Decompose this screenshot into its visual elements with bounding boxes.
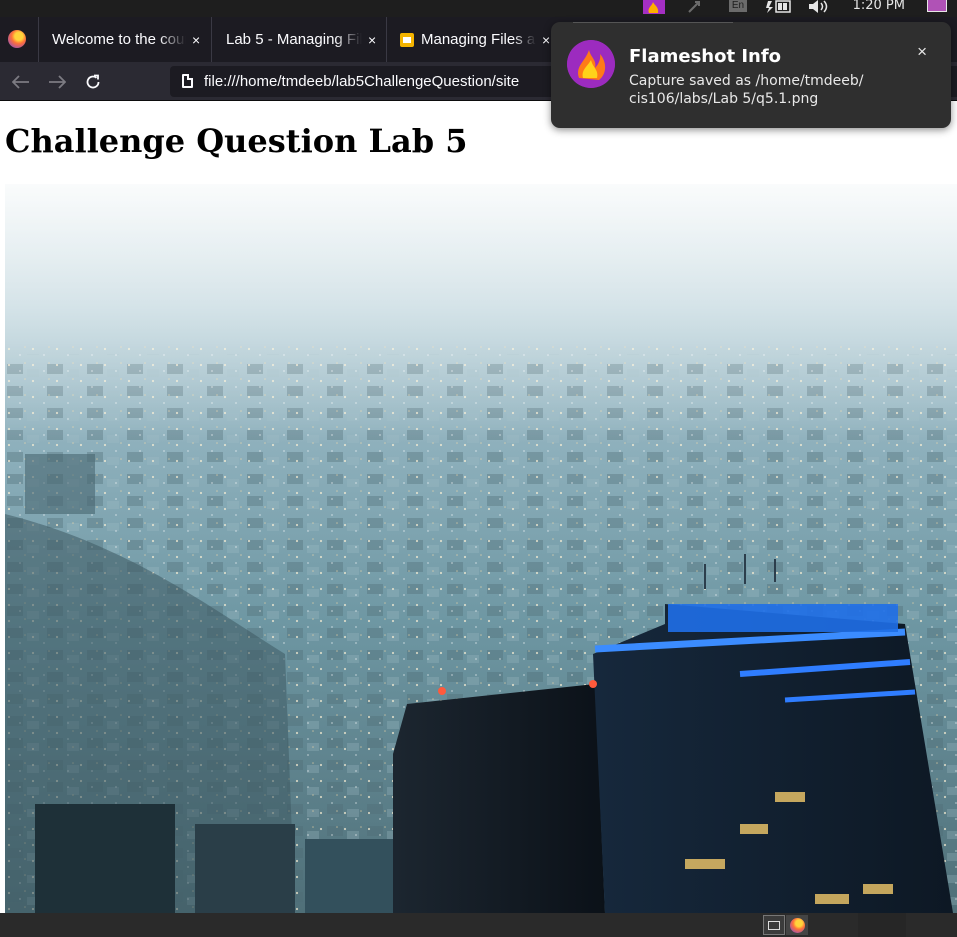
forward-button[interactable] (43, 68, 71, 96)
arrow-right-icon (49, 75, 66, 89)
page-content: Challenge Question Lab 5 (0, 102, 957, 913)
tab-welcome-course[interactable]: Welcome to the course × (52, 17, 204, 62)
clock[interactable]: 1:20 PM (853, 0, 905, 17)
battery-icon[interactable] (766, 0, 792, 17)
tab-separator (386, 17, 387, 62)
volume-icon[interactable] (808, 0, 832, 17)
arrow-left-icon (12, 75, 29, 89)
reload-icon (86, 74, 100, 89)
close-notification-button[interactable]: × (917, 42, 927, 62)
page-title: Challenge Question Lab 5 (5, 122, 468, 160)
slides-favicon-icon (400, 32, 414, 47)
flameshot-logo-icon (567, 40, 615, 88)
reload-button[interactable] (79, 68, 107, 96)
tab-lab5-managing-files[interactable]: Lab 5 - Managing Files × (226, 17, 378, 62)
network-icon[interactable] (686, 0, 702, 17)
firefox-taskbar-icon[interactable] (786, 915, 808, 935)
keyboard-layout-indicator[interactable]: En (729, 0, 747, 12)
tab-label: Managing Files and (421, 31, 536, 48)
close-tab-icon[interactable]: × (192, 32, 200, 48)
notification-title: Flameshot Info (629, 46, 782, 67)
close-tab-icon[interactable]: × (368, 32, 376, 48)
workspace-switcher[interactable] (858, 913, 906, 937)
back-button[interactable] (7, 68, 35, 96)
tab-separator (211, 17, 212, 62)
flameshot-notification[interactable]: Flameshot Info Capture saved as /home/tm… (551, 22, 951, 128)
system-top-bar: En 1:20 PM (0, 0, 957, 17)
notification-accent-line (573, 22, 733, 23)
session-indicator-icon[interactable] (927, 0, 947, 12)
firefox-view-icon[interactable] (8, 30, 26, 48)
show-desktop-icon[interactable] (763, 915, 785, 935)
tab-label: Lab 5 - Managing Files (226, 31, 362, 48)
file-page-icon (182, 74, 193, 88)
taskbar (0, 913, 957, 937)
flameshot-tray-icon[interactable] (643, 0, 665, 17)
tab-managing-files-slides[interactable]: Managing Files and × (400, 17, 552, 62)
url-text[interactable]: file:///home/tmdeeb/lab5ChallengeQuestio… (204, 73, 519, 90)
close-tab-icon[interactable]: × (542, 32, 550, 48)
notification-body: Capture saved as /home/tmdeeb/ cis106/la… (629, 73, 864, 107)
tab-label: Welcome to the course (52, 31, 186, 48)
city-skyline-image (5, 184, 957, 913)
tab-separator (38, 17, 39, 62)
